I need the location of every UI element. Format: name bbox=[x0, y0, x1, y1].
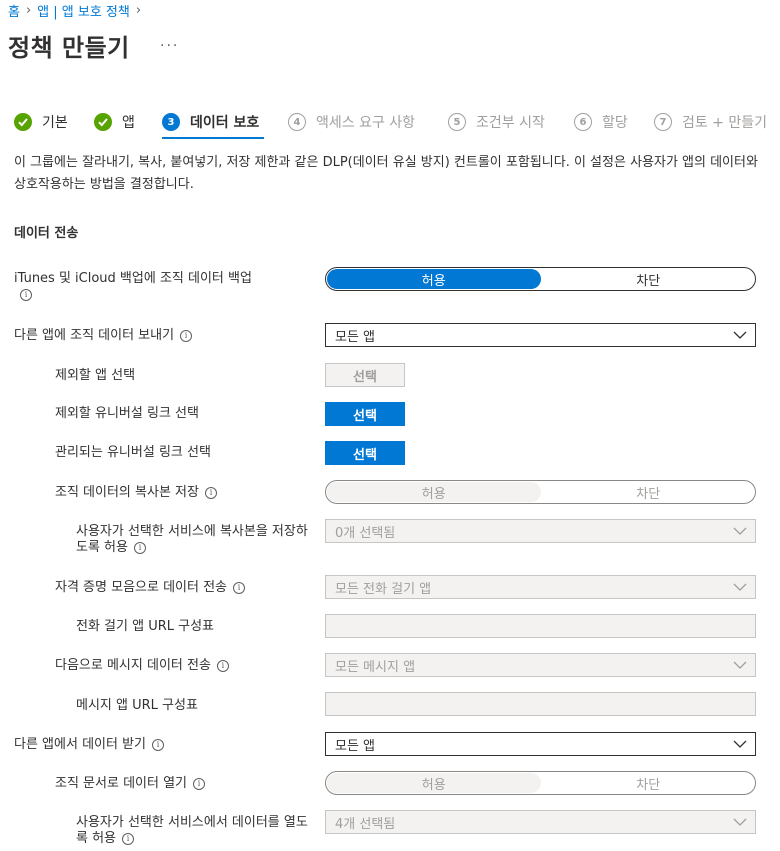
chevron-down-icon bbox=[733, 583, 747, 591]
message-transfer-dropdown[interactable]: 모든 메시지 앱 bbox=[325, 653, 756, 677]
step-assignments[interactable]: 6 할당 bbox=[574, 112, 628, 132]
save-services-dropdown[interactable]: 0개 선택됨 bbox=[325, 519, 756, 543]
info-icon[interactable]: i bbox=[216, 659, 229, 672]
info-icon[interactable]: i bbox=[133, 541, 146, 554]
breadcrumb-app-protection-policies[interactable]: 앱 | 앱 보호 정책 bbox=[37, 1, 130, 20]
save-services-label: 사용자가 선택한 서비스에 복사본을 저장하도록 허용 i bbox=[76, 524, 308, 555]
step-label: 조건부 시작 bbox=[476, 115, 545, 131]
toggle-option-block[interactable]: 차단 bbox=[542, 268, 756, 290]
step-label: 액세스 요구 사항 bbox=[316, 115, 416, 131]
more-options-button[interactable]: ... bbox=[160, 34, 179, 50]
telecom-transfer-label: 자격 증명 모음으로 데이터 전송 i bbox=[55, 580, 246, 596]
exempt-universal-links-select-button[interactable]: 선택 bbox=[325, 402, 405, 426]
chevron-down-icon bbox=[733, 661, 747, 669]
checkmark-icon bbox=[14, 113, 32, 131]
toggle-option-allow[interactable]: 허용 bbox=[327, 482, 541, 502]
dialer-url-label: 전화 걸기 앱 URL 구성표 bbox=[76, 619, 214, 634]
info-icon[interactable]: i bbox=[180, 329, 193, 342]
info-icon[interactable]: i bbox=[193, 777, 205, 790]
exempt-universal-links-label: 제외할 유니버설 링크 선택 bbox=[55, 406, 199, 421]
chevron-down-icon bbox=[733, 527, 747, 535]
open-into-org-docs-toggle[interactable]: 허용 차단 bbox=[325, 771, 756, 795]
exempt-apps-select-button[interactable]: 선택 bbox=[325, 363, 405, 387]
step-basics[interactable]: 기본 bbox=[14, 112, 68, 132]
section-title: 데이터 전송 bbox=[14, 226, 79, 241]
breadcrumb: 홈 › 앱 | 앱 보호 정책 › bbox=[8, 1, 141, 20]
step-number: 7 bbox=[654, 113, 672, 131]
send-data-label: 다른 앱에 조직 데이터 보내기 i bbox=[14, 328, 193, 344]
receive-data-dropdown[interactable]: 모든 앱 bbox=[325, 732, 756, 756]
dialer-url-input[interactable] bbox=[325, 614, 756, 638]
step-label: 검토 + 만들기 bbox=[682, 115, 768, 131]
current-step-indicator bbox=[162, 137, 264, 139]
dropdown-value: 모든 전화 걸기 앱 bbox=[335, 581, 432, 597]
exempt-apps-label: 제외할 앱 선택 bbox=[55, 368, 136, 383]
toggle-option-block[interactable]: 차단 bbox=[542, 772, 756, 794]
section-description: 이 그룹에는 잘라내기, 복사, 붙여넣기, 저장 제한과 같은 DLP(데이터… bbox=[14, 155, 758, 192]
dropdown-value: 모든 앱 bbox=[335, 329, 376, 345]
chevron-down-icon bbox=[733, 740, 747, 748]
messaging-url-input[interactable] bbox=[325, 692, 756, 716]
info-icon[interactable]: i bbox=[20, 288, 32, 301]
breadcrumb-home[interactable]: 홈 bbox=[8, 1, 20, 20]
open-into-org-docs-label: 조직 문서로 데이터 열기 i bbox=[55, 776, 205, 792]
info-icon[interactable]: i bbox=[233, 581, 246, 594]
save-copies-toggle[interactable]: 허용 차단 bbox=[325, 480, 756, 504]
dropdown-value: 모든 앱 bbox=[335, 738, 376, 754]
messaging-url-label: 메시지 앱 URL 구성표 bbox=[76, 698, 198, 713]
managed-universal-links-label: 관리되는 유니버설 링크 선택 bbox=[55, 445, 211, 460]
itunes-backup-toggle[interactable]: 허용 차단 bbox=[325, 267, 756, 291]
open-services-label: 사용자가 선택한 서비스에서 데이터를 열도록 허용 i bbox=[76, 815, 308, 846]
chevron-right-icon: › bbox=[135, 3, 142, 18]
chevron-down-icon bbox=[733, 331, 747, 339]
step-data-protection[interactable]: 3 데이터 보호 bbox=[162, 112, 259, 132]
info-icon[interactable]: i bbox=[152, 738, 164, 751]
step-label: 할당 bbox=[602, 115, 628, 131]
itunes-backup-label: iTunes 및 iCloud 백업에 조직 데이터 백업i bbox=[14, 271, 252, 301]
step-number: 6 bbox=[574, 113, 592, 131]
step-apps[interactable]: 앱 bbox=[94, 112, 135, 132]
send-data-dropdown[interactable]: 모든 앱 bbox=[325, 323, 756, 347]
step-number: 5 bbox=[448, 113, 466, 131]
toggle-option-allow[interactable]: 허용 bbox=[327, 773, 541, 793]
telecom-transfer-dropdown[interactable]: 모든 전화 걸기 앱 bbox=[325, 575, 756, 599]
wizard-steps: 기본 앱 3 데이터 보호 4 액세스 요구 사항 5 조건부 시작 6 할당 … bbox=[14, 112, 780, 139]
step-conditional-launch[interactable]: 5 조건부 시작 bbox=[448, 112, 545, 132]
chevron-right-icon: › bbox=[25, 3, 32, 18]
step-label: 앱 bbox=[122, 115, 135, 131]
info-icon[interactable]: i bbox=[204, 486, 217, 499]
managed-universal-links-select-button[interactable]: 선택 bbox=[325, 441, 405, 465]
message-transfer-label: 다음으로 메시지 데이터 전송 i bbox=[55, 658, 229, 674]
toggle-option-block[interactable]: 차단 bbox=[542, 481, 756, 503]
dropdown-value: 모든 메시지 앱 bbox=[335, 659, 416, 675]
dropdown-value: 0개 선택됨 bbox=[335, 525, 396, 541]
step-access-requirements[interactable]: 4 액세스 요구 사항 bbox=[288, 112, 415, 132]
checkmark-icon bbox=[94, 113, 112, 131]
chevron-down-icon bbox=[733, 818, 747, 826]
open-services-dropdown[interactable]: 4개 선택됨 bbox=[325, 810, 756, 834]
toggle-option-allow[interactable]: 허용 bbox=[327, 269, 541, 289]
save-copies-label: 조직 데이터의 복사본 저장 i bbox=[55, 485, 217, 501]
receive-data-label: 다른 앱에서 데이터 받기 i bbox=[14, 737, 164, 753]
step-number: 4 bbox=[288, 113, 306, 131]
info-icon[interactable]: i bbox=[122, 832, 135, 845]
step-label: 데이터 보호 bbox=[190, 115, 260, 131]
page-title: 정책 만들기 bbox=[8, 34, 130, 62]
step-number: 3 bbox=[162, 113, 180, 131]
step-label: 기본 bbox=[42, 115, 68, 131]
step-review-create[interactable]: 7 검토 + 만들기 bbox=[654, 112, 767, 132]
dropdown-value: 4개 선택됨 bbox=[335, 816, 396, 832]
